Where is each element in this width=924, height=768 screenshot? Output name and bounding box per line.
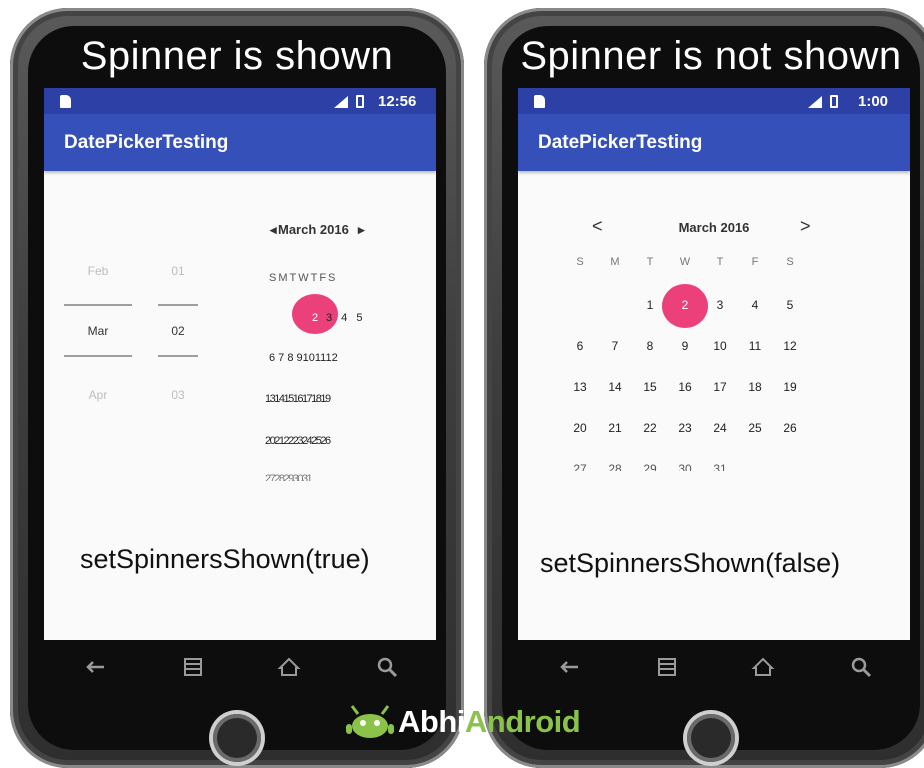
screen-right: 1:00 DatePickerTesting < March 2016 > SM… <box>518 88 910 640</box>
calendar-day[interactable]: 9 <box>668 339 702 353</box>
calendar-day[interactable]: 14 <box>598 380 632 394</box>
calendar-day[interactable]: 13 <box>563 380 597 394</box>
calendar-day-of-week: F <box>751 256 759 268</box>
caption: setSpinnersShown(true) <box>80 544 370 574</box>
calendar-month-label: March 2016 <box>678 220 750 235</box>
calendar-day[interactable]: 27 <box>563 462 597 471</box>
calendar-day[interactable]: 12 <box>773 339 807 353</box>
sd-card-icon <box>60 95 71 108</box>
hardware-home-button[interactable] <box>687 714 735 762</box>
calendar-day-of-week: T <box>716 256 724 268</box>
phone-left: Spinner is shown 12:56 DatePickerTesting… <box>10 8 464 768</box>
spinner-divider <box>64 355 132 357</box>
phone-title: Spinner is not shown <box>520 34 902 78</box>
mini-week-1-rest[interactable]: 3 4 5 <box>326 312 365 324</box>
hardware-home-button[interactable] <box>213 714 261 762</box>
calendar-day[interactable]: 4 <box>738 298 772 312</box>
calendar-day[interactable]: 2 <box>668 298 702 312</box>
calendar-day[interactable]: 17 <box>703 380 737 394</box>
back-icon[interactable] <box>82 654 108 680</box>
back-icon[interactable] <box>556 654 582 680</box>
mini-prev-icon[interactable]: ◂ <box>270 222 277 238</box>
calendar-day[interactable]: 16 <box>668 380 702 394</box>
day-spinner[interactable]: 01 02 03 <box>158 258 198 408</box>
recents-icon[interactable] <box>180 654 206 680</box>
mini-selected-day[interactable]: 2 <box>312 312 321 324</box>
status-time: 12:56 <box>378 93 417 110</box>
mini-day-of-week: SMTWTFS <box>269 272 338 284</box>
calendar-day-of-week: S <box>576 256 584 268</box>
signal-icon <box>334 96 348 108</box>
calendar-day[interactable]: 10 <box>703 339 737 353</box>
battery-icon <box>356 95 364 108</box>
android-mascot-icon <box>346 705 394 738</box>
calendar-day[interactable]: 5 <box>773 298 807 312</box>
spinner-day-next[interactable]: 03 <box>158 388 198 402</box>
calendar-day[interactable]: 19 <box>773 380 807 394</box>
search-icon[interactable] <box>374 654 400 680</box>
home-icon[interactable] <box>750 654 776 680</box>
spinner-divider <box>158 304 198 306</box>
mini-week-5[interactable]: 2728293031 <box>265 473 311 481</box>
calendar-day[interactable]: 25 <box>738 421 772 435</box>
mini-week-2[interactable]: 6 7 8 9101112 <box>269 352 338 364</box>
spinner-divider <box>64 304 132 306</box>
calendar-day-of-week: S <box>786 256 794 268</box>
calendar-day[interactable]: 21 <box>598 421 632 435</box>
nav-bar <box>518 646 910 688</box>
spinner-day-prev[interactable]: 01 <box>158 264 198 278</box>
phone-title: Spinner is shown <box>80 34 394 78</box>
sd-card-icon <box>534 95 545 108</box>
calendar-day[interactable]: 15 <box>633 380 667 394</box>
calendar-day[interactable]: 11 <box>738 339 772 353</box>
app-title: DatePickerTesting <box>518 114 910 171</box>
battery-icon <box>830 95 838 108</box>
spinner-month-prev[interactable]: Feb <box>64 264 132 278</box>
logo-text-part1: Abhi <box>398 704 465 739</box>
spinner-month-selected[interactable]: Mar <box>64 324 132 338</box>
search-icon[interactable] <box>848 654 874 680</box>
calendar-day[interactable]: 6 <box>563 339 597 353</box>
calendar-day[interactable]: 26 <box>773 421 807 435</box>
calendar-day-of-week: M <box>610 256 620 268</box>
screen-left: 12:56 DatePickerTesting Feb Mar Apr 01 0… <box>44 88 436 640</box>
calendar-day-of-week: T <box>646 256 654 268</box>
nav-bar <box>44 646 436 688</box>
mini-next-icon[interactable]: ▸ <box>358 222 365 238</box>
mini-month-label: March 2016 <box>278 222 349 237</box>
calendar-day[interactable]: 8 <box>633 339 667 353</box>
status-time: 1:00 <box>858 93 889 110</box>
calendar-day[interactable]: 3 <box>703 298 737 312</box>
calendar-day[interactable]: 23 <box>668 421 702 435</box>
calendar-day[interactable]: 24 <box>703 421 737 435</box>
calendar-day[interactable]: 18 <box>738 380 772 394</box>
mini-week-1[interactable]: 2 <box>312 312 321 324</box>
calendar-day[interactable]: 30 <box>668 462 702 471</box>
calendar-day[interactable]: 20 <box>563 421 597 435</box>
phone-right: Spinner is not shown 1:00 DatePickerTest… <box>484 8 924 768</box>
abhiandroid-logo: AbhiAndroid <box>344 702 581 746</box>
logo-text-part2: Android <box>464 704 581 739</box>
calendar-day[interactable]: 28 <box>598 462 632 471</box>
calendar-day[interactable]: 31 <box>703 462 737 471</box>
mini-week-4[interactable]: 20212223242526 <box>265 435 331 447</box>
calendar-day-of-week: W <box>679 256 691 268</box>
spinner-month-next[interactable]: Apr <box>64 388 132 402</box>
calendar-day[interactable]: 22 <box>633 421 667 435</box>
month-spinner[interactable]: Feb Mar Apr <box>64 258 132 408</box>
next-month-icon[interactable]: > <box>800 216 811 237</box>
calendar-day[interactable]: 29 <box>633 462 667 471</box>
app-title: DatePickerTesting <box>44 114 436 171</box>
signal-icon <box>808 96 822 108</box>
calendar-day[interactable]: 7 <box>598 339 632 353</box>
status-bar: 1:00 <box>518 88 910 114</box>
mini-week-3[interactable]: 13141516171819 <box>265 393 331 405</box>
spinner-divider <box>158 355 198 357</box>
recents-icon[interactable] <box>654 654 680 680</box>
home-icon[interactable] <box>276 654 302 680</box>
spinner-day-selected[interactable]: 02 <box>158 324 198 338</box>
caption: setSpinnersShown(false) <box>540 548 841 578</box>
status-bar: 12:56 <box>44 88 436 114</box>
logo-text: AbhiAndroid <box>398 704 581 740</box>
